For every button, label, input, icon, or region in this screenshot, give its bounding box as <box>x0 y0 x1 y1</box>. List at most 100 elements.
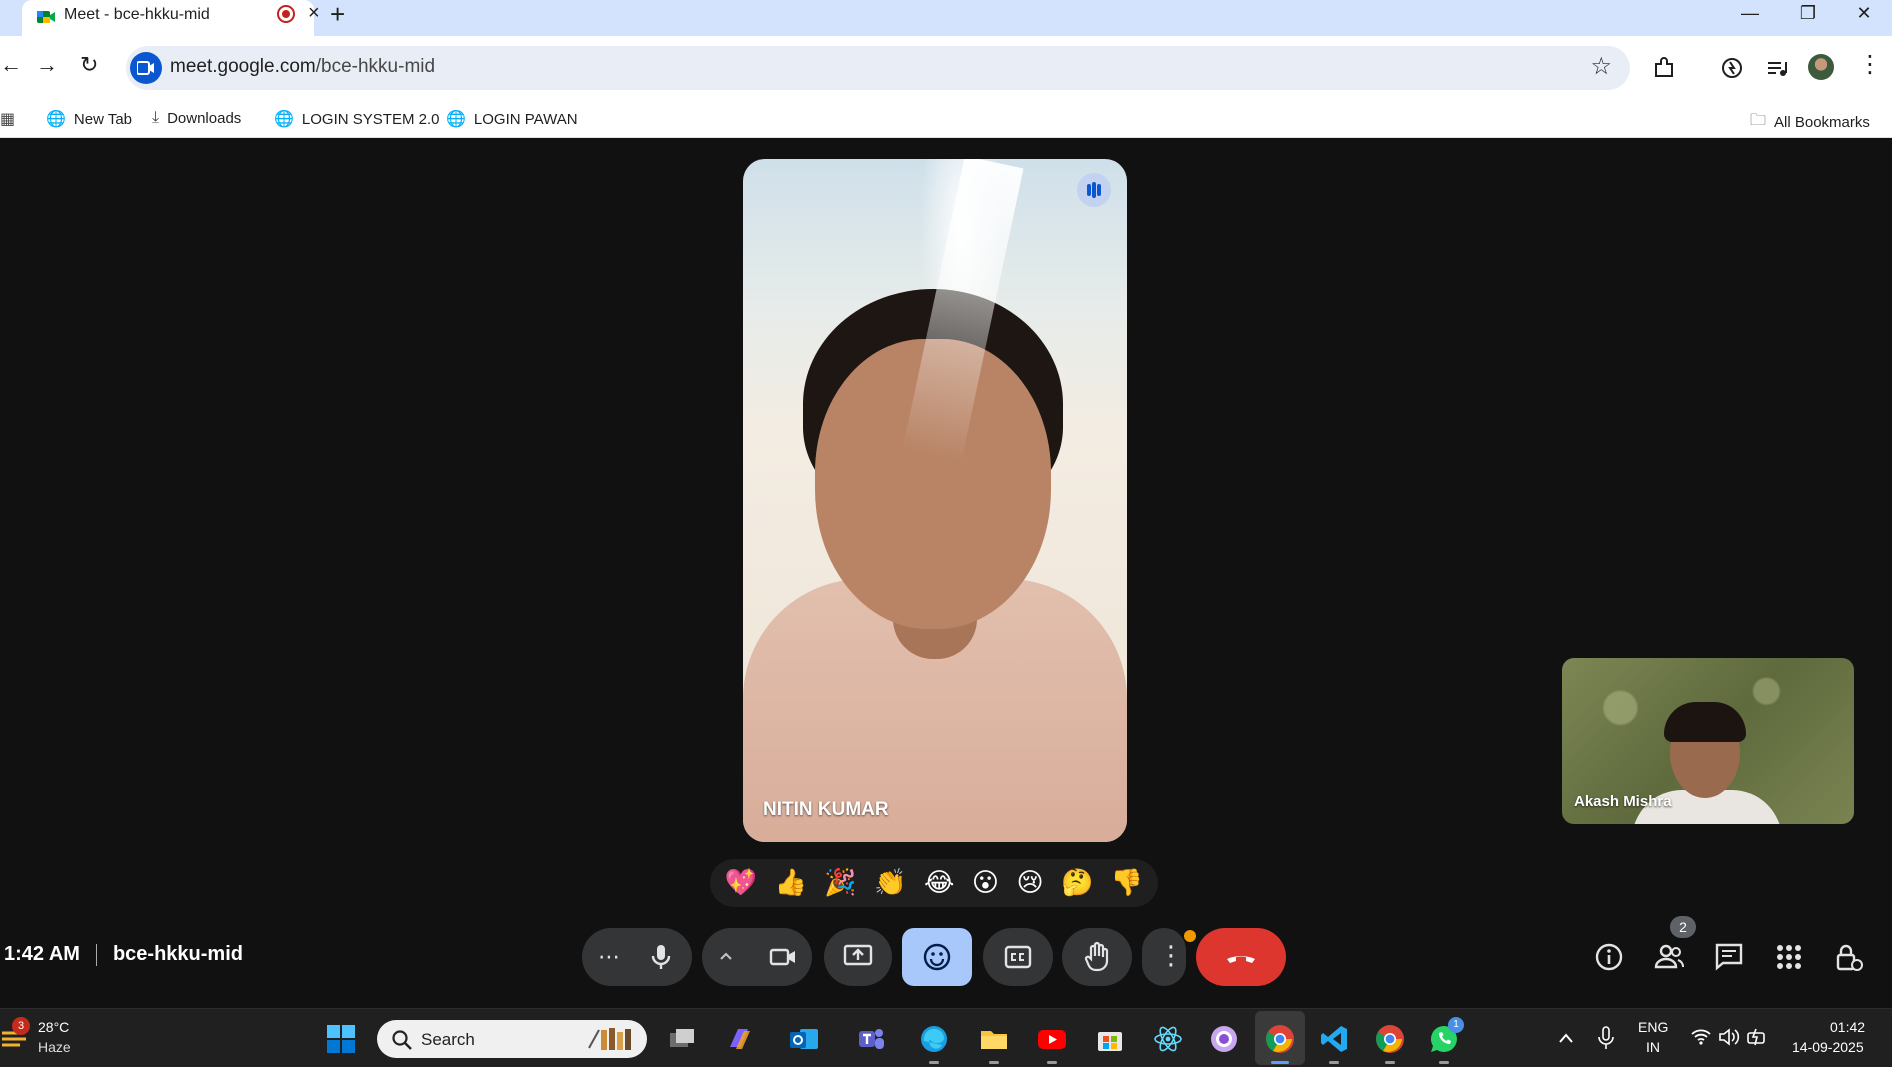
chat-icon[interactable] <box>1712 940 1746 974</box>
present-button[interactable] <box>824 928 892 986</box>
bookmark-star-icon[interactable]: ☆ <box>1590 52 1612 81</box>
clock-time[interactable]: 01:42 <box>1830 1019 1865 1035</box>
battery-charging-icon[interactable] <box>1746 1027 1770 1047</box>
close-window-icon[interactable]: ✕ <box>1836 0 1892 28</box>
bookmarks-bar: ▦ 🌐 New Tab ⤓ Downloads 🌐 LOGIN SYSTEM 2.0 … <box>0 100 1892 138</box>
people-icon[interactable] <box>1652 940 1686 974</box>
microsoft-store-icon[interactable] <box>1094 1023 1126 1055</box>
running-indicator <box>989 1061 999 1064</box>
raise-hand-button[interactable] <box>1062 928 1132 986</box>
language-indicator[interactable]: ENG <box>1638 1019 1668 1035</box>
url-text: meet.google.com/bce-hkku-mid <box>170 56 435 78</box>
react-app-icon[interactable] <box>1152 1023 1184 1055</box>
extensions-icon[interactable] <box>1650 54 1678 82</box>
teams-icon[interactable] <box>855 1023 887 1055</box>
self-video-hair <box>1664 702 1746 742</box>
bookmark-login-pawan[interactable]: 🌐 LOGIN PAWAN <box>446 109 578 129</box>
restore-window-icon[interactable]: ❐ <box>1780 0 1836 28</box>
chevron-up-icon[interactable] <box>718 948 734 964</box>
vscode-icon[interactable] <box>1318 1023 1350 1055</box>
volume-icon[interactable] <box>1718 1027 1740 1047</box>
media-control-icon[interactable] <box>1763 54 1791 82</box>
reaction-sad[interactable]: 😢 <box>1016 868 1043 898</box>
reaction-surprised[interactable]: 😮 <box>972 868 999 898</box>
main-participant-tile[interactable]: NITIN KUMAR <box>743 159 1127 842</box>
site-info-icon[interactable] <box>130 52 162 84</box>
file-explorer-icon[interactable] <box>978 1023 1010 1055</box>
tray-microphone-icon[interactable] <box>1596 1025 1616 1051</box>
active-app-indicator <box>1271 1061 1289 1064</box>
search-icon <box>392 1030 412 1050</box>
search-highlight-icon <box>588 1028 631 1050</box>
address-bar[interactable]: meet.google.com/bce-hkku-mid ☆ <box>126 46 1630 90</box>
browser-tab[interactable]: Meet - bce-hkku-mid × <box>22 0 320 36</box>
windows-start-icon[interactable] <box>327 1025 355 1053</box>
edge-icon[interactable] <box>918 1023 950 1055</box>
bookmark-label: LOGIN PAWAN <box>473 110 578 128</box>
profile-avatar[interactable] <box>1808 54 1834 80</box>
language-region[interactable]: IN <box>1646 1039 1660 1055</box>
captions-button[interactable] <box>983 928 1053 986</box>
bookmark-login-system[interactable]: 🌐 LOGIN SYSTEM 2.0 <box>274 109 439 129</box>
url-host: meet.google.com <box>170 56 316 77</box>
reaction-party[interactable]: 🎉 <box>824 868 856 898</box>
all-bookmarks[interactable]: 🗀 All Bookmarks <box>1750 109 1870 136</box>
reaction-clap[interactable]: 👏 <box>874 868 906 898</box>
meeting-details-icon[interactable] <box>1592 940 1626 974</box>
wifi-icon[interactable] <box>1690 1027 1712 1047</box>
running-indicator <box>1047 1061 1057 1064</box>
chrome-profile-icon[interactable] <box>1374 1023 1406 1055</box>
meet-favicon-icon <box>37 11 55 23</box>
taskbar-search[interactable]: Search <box>377 1020 647 1058</box>
emoji-reactions-button[interactable] <box>902 928 972 986</box>
back-icon[interactable]: ← <box>0 52 22 78</box>
browser-tab-strip: Meet - bce-hkku-mid × + — ❐ ✕ <box>0 0 1892 36</box>
leave-call-button[interactable] <box>1196 928 1286 986</box>
reaction-thumbs-down[interactable]: 👎 <box>1111 868 1143 898</box>
close-tab-icon[interactable]: × <box>308 2 320 25</box>
bookmark-new-tab[interactable]: 🌐 New Tab <box>46 109 132 129</box>
weather-condition[interactable]: Haze <box>38 1039 71 1055</box>
camera-control-group <box>702 928 812 986</box>
bookmark-label: New Tab <box>73 110 133 128</box>
host-controls-icon[interactable] <box>1832 940 1866 974</box>
camera-icon[interactable] <box>768 942 798 972</box>
activities-grid-icon[interactable] <box>1772 940 1806 974</box>
outlook-icon[interactable] <box>788 1023 820 1055</box>
reaction-thinking[interactable]: 🤔 <box>1061 868 1093 898</box>
bookmark-label: Downloads <box>167 109 242 127</box>
chrome-icon[interactable] <box>1264 1023 1296 1055</box>
new-tab-button[interactable]: + <box>330 0 345 28</box>
apps-grid-icon[interactable]: ▦ <box>0 109 15 129</box>
recording-icon <box>277 5 295 23</box>
copilot-icon[interactable] <box>724 1023 756 1055</box>
more-options-button[interactable]: ⋮ <box>1142 928 1186 986</box>
speaking-indicator-icon <box>1077 173 1111 207</box>
audio-options-icon[interactable]: ⋯ <box>598 944 620 970</box>
reaction-laugh[interactable]: 😂 <box>924 868 954 898</box>
chrome-menu-icon[interactable]: ⋮ <box>1858 50 1882 79</box>
clock-date[interactable]: 14-09-2025 <box>1792 1039 1864 1055</box>
meeting-code: bce-hkku-mid <box>112 943 243 965</box>
url-path: /bce-hkku-mid <box>315 56 436 77</box>
screen-recorder-icon[interactable] <box>1208 1023 1240 1055</box>
bookmark-downloads[interactable]: ⤓ Downloads <box>152 109 241 127</box>
reload-icon[interactable]: ↻ <box>80 52 98 78</box>
meeting-info-divider <box>95 943 97 966</box>
microphone-icon[interactable] <box>646 942 676 972</box>
raise-hand-icon <box>1084 941 1109 972</box>
youtube-icon[interactable] <box>1036 1023 1068 1055</box>
performance-icon[interactable] <box>1718 54 1746 82</box>
task-view-icon[interactable] <box>666 1023 698 1055</box>
forward-icon[interactable]: → <box>36 52 58 78</box>
notification-dot <box>1184 930 1196 942</box>
self-view-tile[interactable]: Akash Mishra <box>1562 658 1854 824</box>
weather-temperature[interactable]: 28°C <box>38 1019 69 1035</box>
reaction-heart[interactable]: 💖 <box>725 868 757 898</box>
show-hidden-icons-chevron-icon[interactable] <box>1558 1031 1574 1045</box>
bookmark-label: LOGIN SYSTEM 2.0 <box>301 110 440 128</box>
main-participant-name: NITIN KUMAR <box>763 799 889 820</box>
windows-taskbar: 3 28°C Haze Search 1 ENG IN 01:42 14-09-… <box>0 1008 1892 1067</box>
reaction-thumbs-up[interactable]: 👍 <box>775 868 807 898</box>
minimize-window-icon[interactable]: — <box>1722 0 1778 28</box>
